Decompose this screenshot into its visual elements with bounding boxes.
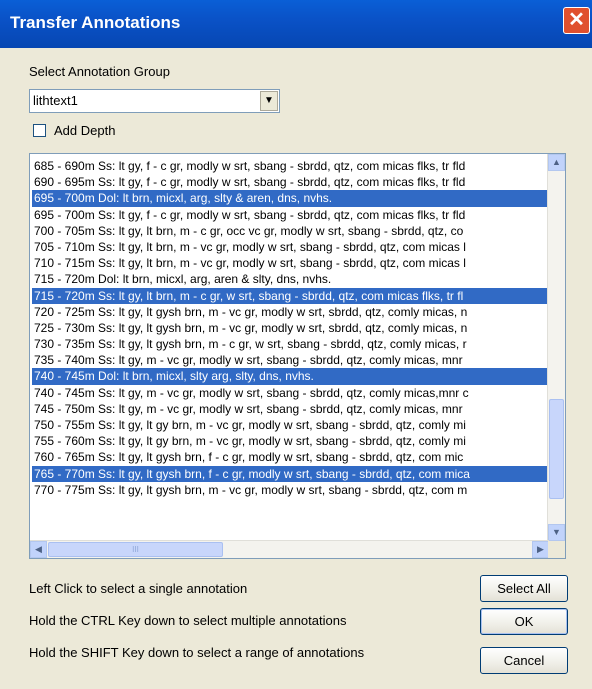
annotation-row[interactable]: 745 - 750m Ss: lt gy, m - vc gr, modly w… — [32, 401, 549, 417]
annotation-group-select[interactable]: lithtext1 ▼ — [29, 89, 280, 113]
close-icon: ✕ — [568, 9, 585, 31]
annotation-row[interactable]: 700 - 705m Ss: lt gy, lt brn, m - c gr, … — [32, 223, 549, 239]
close-button[interactable]: ✕ — [563, 7, 590, 34]
horizontal-scrollbar[interactable]: ◀ III ▶ — [30, 540, 549, 558]
scroll-right-button[interactable]: ▶ — [532, 541, 549, 558]
annotation-row[interactable]: 710 - 715m Ss: lt gy, lt brn, m - vc gr,… — [32, 255, 549, 271]
add-depth-checkbox[interactable] — [33, 124, 46, 137]
scroll-up-button[interactable]: ▲ — [548, 154, 565, 171]
arrow-up-icon: ▲ — [552, 157, 561, 167]
instruction-ctrl: Hold the CTRL Key down to select multipl… — [29, 613, 347, 628]
vertical-scrollbar[interactable]: ▲ ▼ — [547, 154, 565, 541]
add-depth-label[interactable]: Add Depth — [54, 123, 115, 138]
annotation-row[interactable]: 755 - 760m Ss: lt gy, lt gy brn, m - vc … — [32, 433, 549, 449]
cancel-button[interactable]: Cancel — [480, 647, 568, 674]
annotation-row[interactable]: 760 - 765m Ss: lt gy, lt gysh brn, f - c… — [32, 449, 549, 465]
annotation-row[interactable]: 740 - 745m Ss: lt gy, m - vc gr, modly w… — [32, 385, 549, 401]
window-title: Transfer Annotations — [10, 13, 181, 32]
annotation-row[interactable]: 695 - 700m Dol: lt brn, micxl, arg, slty… — [32, 190, 549, 207]
scroll-down-button[interactable]: ▼ — [548, 524, 565, 541]
select-all-button[interactable]: Select All — [480, 575, 568, 602]
annotation-list[interactable]: 685 - 690m Ss: lt gy, f - c gr, modly w … — [29, 153, 566, 559]
annotation-row[interactable]: 750 - 755m Ss: lt gy, lt gy brn, m - vc … — [32, 417, 549, 433]
annotation-row[interactable]: 770 - 775m Ss: lt gy, lt gysh brn, m - v… — [32, 482, 549, 498]
annotation-group-label: Select Annotation Group — [29, 64, 170, 79]
annotation-row[interactable]: 690 - 695m Ss: lt gy, f - c gr, modly w … — [32, 174, 549, 190]
annotation-row[interactable]: 725 - 730m Ss: lt gy, lt gysh brn, m - v… — [32, 320, 549, 336]
grip-icon: III — [132, 545, 139, 554]
annotation-row[interactable]: 715 - 720m Ss: lt gy, lt brn, m - c gr, … — [32, 287, 549, 304]
annotation-row[interactable]: 695 - 700m Ss: lt gy, f - c gr, modly w … — [32, 207, 549, 223]
vertical-scroll-thumb[interactable] — [549, 399, 564, 499]
annotation-row[interactable]: 720 - 725m Ss: lt gy, lt gysh brn, m - v… — [32, 304, 549, 320]
ok-button[interactable]: OK — [480, 608, 568, 635]
instruction-left-click: Left Click to select a single annotation — [29, 581, 248, 596]
annotation-row[interactable]: 735 - 740m Ss: lt gy, m - vc gr, modly w… — [32, 352, 549, 368]
arrow-left-icon: ◀ — [35, 544, 42, 554]
scrollbar-corner — [548, 541, 565, 558]
annotation-rows: 685 - 690m Ss: lt gy, f - c gr, modly w … — [32, 158, 549, 538]
annotation-row[interactable]: 730 - 735m Ss: lt gy, lt gysh brn, m - c… — [32, 336, 549, 352]
annotation-group-value: lithtext1 — [33, 93, 78, 108]
dropdown-button[interactable]: ▼ — [260, 91, 278, 111]
arrow-down-icon: ▼ — [552, 527, 561, 537]
annotation-row[interactable]: 740 - 745m Dol: lt brn, micxl, slty arg,… — [32, 368, 549, 385]
instruction-shift: Hold the SHIFT Key down to select a rang… — [29, 645, 365, 660]
annotation-row[interactable]: 705 - 710m Ss: lt gy, lt brn, m - vc gr,… — [32, 239, 549, 255]
transfer-annotations-dialog: Transfer Annotations ✕ Select Annotation… — [0, 0, 592, 689]
scroll-left-button[interactable]: ◀ — [30, 541, 47, 558]
arrow-right-icon: ▶ — [537, 544, 544, 554]
title-bar[interactable]: Transfer Annotations ✕ — [0, 0, 592, 48]
annotation-row[interactable]: 715 - 720m Dol: lt brn, micxl, arg, aren… — [32, 271, 549, 287]
chevron-down-icon: ▼ — [264, 95, 274, 106]
annotation-row[interactable]: 685 - 690m Ss: lt gy, f - c gr, modly w … — [32, 158, 549, 174]
horizontal-scroll-thumb[interactable]: III — [48, 542, 223, 557]
annotation-row[interactable]: 765 - 770m Ss: lt gy, lt gysh brn, f - c… — [32, 465, 549, 482]
